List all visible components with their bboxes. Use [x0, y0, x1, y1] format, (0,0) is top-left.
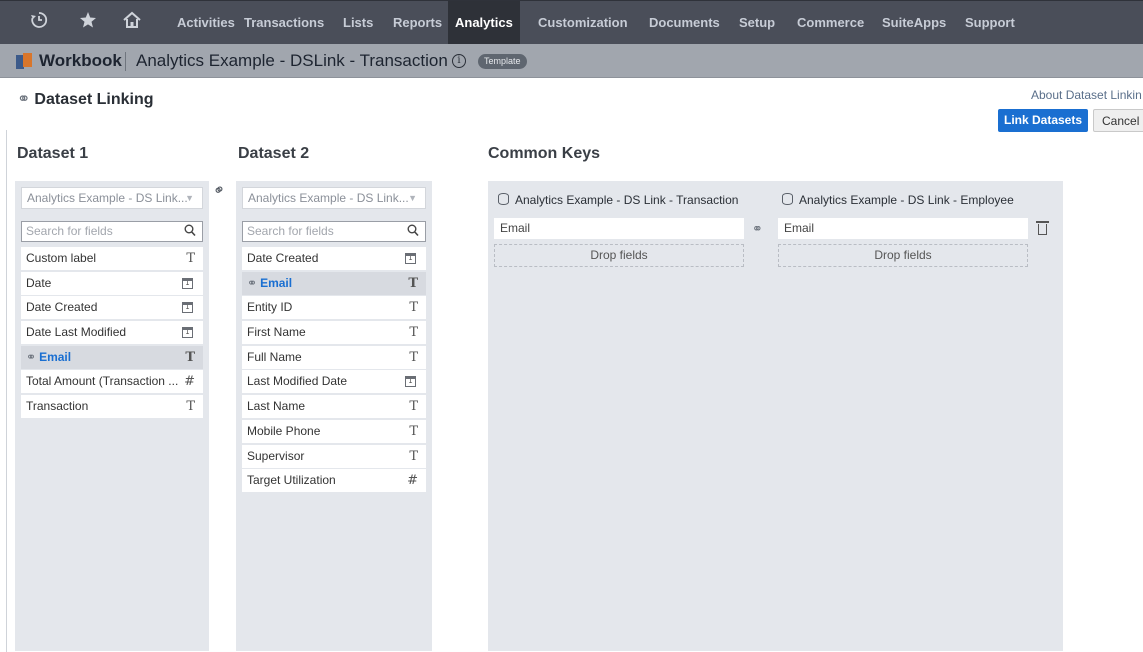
- database-icon: [498, 193, 509, 205]
- chevron-down-icon: ▼: [408, 193, 417, 203]
- nav-reports[interactable]: Reports: [386, 1, 449, 45]
- calendar-icon: 1: [182, 277, 193, 289]
- list-item[interactable]: Date Last Modified 1: [21, 321, 203, 345]
- search-icon: [407, 223, 419, 242]
- text-type-icon: T: [409, 300, 418, 316]
- calendar-icon: 1: [182, 302, 193, 314]
- nav-setup[interactable]: Setup: [732, 1, 782, 45]
- list-item[interactable]: Last Modified Date 1: [242, 370, 426, 394]
- home-icon[interactable]: [122, 11, 142, 34]
- list-item-linked[interactable]: ⚭ Email T: [21, 345, 203, 369]
- list-item[interactable]: Target Utilization #: [242, 469, 426, 493]
- list-item[interactable]: Date Created 1: [242, 247, 426, 270]
- list-item[interactable]: Total Amount (Transaction ... #: [21, 370, 203, 394]
- nav-commerce[interactable]: Commerce: [790, 1, 871, 45]
- text-type-icon: T: [186, 399, 195, 415]
- list-item[interactable]: Full Name T: [242, 345, 426, 369]
- list-item[interactable]: Mobile Phone T: [242, 419, 426, 443]
- link-datasets-button[interactable]: Link Datasets: [998, 109, 1088, 132]
- dataset1-search-input[interactable]: Search for fields: [21, 221, 203, 242]
- dataset2-heading: Dataset 2: [238, 145, 310, 162]
- about-dataset-linking-link[interactable]: About Dataset Linkin: [1031, 88, 1142, 102]
- workbook-icon: [16, 53, 33, 69]
- title-divider: [125, 52, 126, 71]
- nav-transactions[interactable]: Transactions: [237, 1, 331, 45]
- star-icon[interactable]: [79, 11, 97, 34]
- list-item[interactable]: First Name T: [242, 321, 426, 345]
- list-item[interactable]: Custom label T: [21, 247, 203, 270]
- page-title: ⚭ Dataset Linking: [17, 91, 154, 108]
- workbook-title-bar: Workbook Analytics Example - DSLink - Tr…: [0, 44, 1143, 78]
- dataset2-search-input[interactable]: Search for fields: [242, 221, 426, 242]
- list-item[interactable]: Last Name T: [242, 395, 426, 419]
- dataset1-select[interactable]: Analytics Example - DS Link... ▼: [21, 187, 203, 209]
- dataset2-select[interactable]: Analytics Example - DS Link... ▼: [242, 187, 426, 209]
- common-key-dataset1-field[interactable]: Email: [494, 218, 744, 239]
- nav-activities[interactable]: Activities: [170, 1, 242, 45]
- dataset2-panel: Analytics Example - DS Link... ▼ Search f…: [236, 181, 432, 651]
- link-icon: ⚭: [17, 91, 31, 108]
- nav-lists[interactable]: Lists: [336, 1, 380, 45]
- list-item[interactable]: Entity ID T: [242, 296, 426, 320]
- dataset2-field-list: Date Created 1 ⚭ Email T Entity ID T First N…: [242, 247, 426, 494]
- template-badge: Template: [478, 54, 527, 69]
- database-icon: [782, 193, 793, 205]
- calendar-icon: 1: [405, 376, 416, 388]
- text-type-icon: T: [408, 275, 418, 291]
- text-type-icon: T: [185, 349, 195, 365]
- nav-suiteapps[interactable]: SuiteApps: [875, 1, 953, 45]
- nav-documents[interactable]: Documents: [642, 1, 727, 45]
- dataset1-drop-zone[interactable]: Drop fields: [494, 244, 744, 267]
- dataset1-panel: Analytics Example - DS Link... ▼ Search f…: [15, 181, 209, 651]
- text-type-icon: T: [409, 349, 418, 365]
- chevron-down-icon: ▼: [185, 193, 194, 203]
- list-item[interactable]: Transaction T: [21, 395, 203, 419]
- dataset1-field-list: Custom label T Date 1 Date Created 1 Date L…: [21, 247, 203, 420]
- nav-analytics[interactable]: Analytics: [448, 1, 520, 45]
- common-keys-panel: Analytics Example - DS Link - Transactio…: [488, 181, 1063, 651]
- search-icon: [184, 223, 196, 242]
- number-type-icon: #: [407, 473, 418, 489]
- dataset1-heading: Dataset 1: [17, 145, 89, 162]
- link-icon: ⚭: [26, 349, 37, 364]
- link-icon: ⚭: [247, 275, 258, 290]
- text-type-icon: T: [409, 325, 418, 341]
- list-item[interactable]: Date Created 1: [21, 296, 203, 320]
- common-key-dataset2-field[interactable]: Email: [778, 218, 1028, 239]
- common-keys-dataset1-header: Analytics Example - DS Link - Transactio…: [498, 193, 738, 207]
- workbook-name: Analytics Example - DSLink - Transaction: [136, 51, 448, 70]
- text-type-icon: T: [186, 251, 195, 266]
- info-icon[interactable]: i: [452, 54, 466, 68]
- nav-support[interactable]: Support: [958, 1, 1022, 45]
- text-type-icon: T: [409, 399, 418, 415]
- link-icon: ⚭: [752, 221, 763, 236]
- common-keys-heading: Common Keys: [488, 145, 601, 162]
- number-type-icon: #: [184, 374, 195, 390]
- list-item[interactable]: Supervisor T: [242, 444, 426, 468]
- page-left-border: [6, 130, 7, 652]
- top-navigation: Activities Transactions Lists Reports An…: [0, 0, 1143, 45]
- calendar-icon: 1: [405, 253, 416, 264]
- list-item-linked[interactable]: ⚭ Email T: [242, 271, 426, 295]
- common-keys-dataset2-header: Analytics Example - DS Link - Employee: [782, 193, 1014, 207]
- workbook-label: Workbook: [39, 51, 122, 70]
- link-icon: ⚭: [209, 179, 230, 201]
- calendar-icon: 1: [182, 327, 193, 339]
- dataset2-drop-zone[interactable]: Drop fields: [778, 244, 1028, 267]
- recent-icon[interactable]: [30, 11, 48, 34]
- text-type-icon: T: [409, 423, 418, 439]
- list-item[interactable]: Date 1: [21, 271, 203, 295]
- text-type-icon: T: [409, 448, 418, 464]
- nav-customization[interactable]: Customization: [531, 1, 635, 45]
- trash-icon[interactable]: [1036, 221, 1049, 235]
- cancel-button[interactable]: Cancel: [1093, 109, 1143, 132]
